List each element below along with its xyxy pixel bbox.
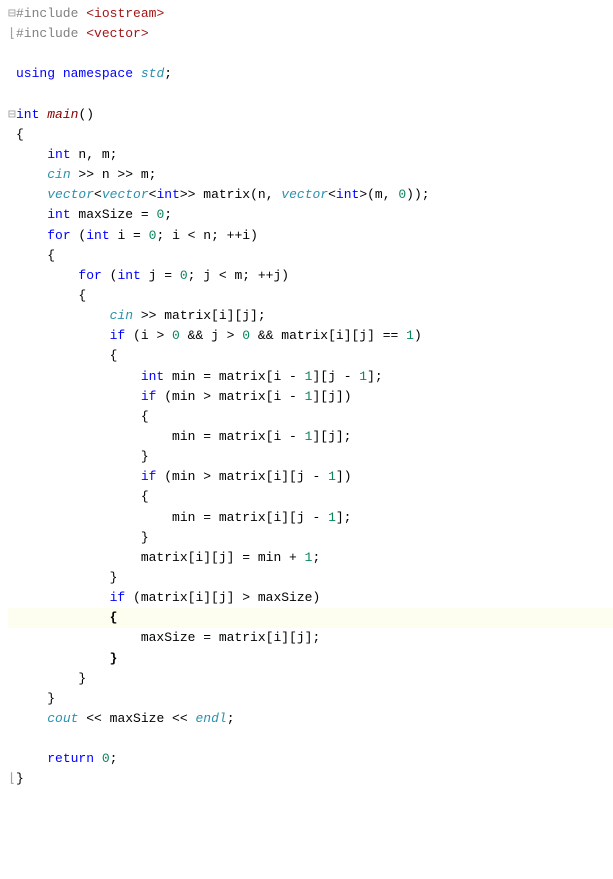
code-line: ⌊#include <vector> [8,24,613,44]
code-content: if (min > matrix[i - 1][j]) [16,389,352,404]
code-content: vector<vector<int>> matrix(n, vector<int… [16,187,430,202]
code-line: { [8,487,613,507]
code-content: int main() [16,107,94,122]
code-content: if (min > matrix[i][j - 1]) [16,469,352,484]
code-block: ⊟#include <iostream>⌊#include <vector>us… [8,4,613,789]
code-line: ⊟int main() [8,105,613,125]
code-line: for (int j = 0; j < m; ++j) [8,266,613,286]
code-line: { [8,608,613,628]
fold-gutter[interactable]: ⌊ [8,24,16,44]
code-line: int n, m; [8,145,613,165]
code-content: { [16,288,86,303]
code-content: using namespace std; [16,66,172,81]
code-line: cin >> n >> m; [8,165,613,185]
code-line: vector<vector<int>> matrix(n, vector<int… [8,185,613,205]
code-line: { [8,125,613,145]
code-line: cin >> matrix[i][j]; [8,306,613,326]
fold-gutter[interactable]: ⊟ [8,105,16,125]
code-line: int maxSize = 0; [8,205,613,225]
code-content: cin >> n >> m; [16,167,156,182]
code-line [8,85,613,105]
code-content: if (i > 0 && j > 0 && matrix[i][j] == 1) [16,328,422,343]
code-content: int n, m; [16,147,117,162]
code-line: { [8,286,613,306]
code-content: if (matrix[i][j] > maxSize) [16,590,320,605]
code-content: min = matrix[i][j - 1]; [16,510,351,525]
code-content: } [16,530,149,545]
code-line: if (i > 0 && j > 0 && matrix[i][j] == 1) [8,326,613,346]
code-line: } [8,528,613,548]
code-line: } [8,447,613,467]
code-line: } [8,689,613,709]
code-line: min = matrix[i][j - 1]; [8,508,613,528]
code-line: } [8,669,613,689]
code-content: int maxSize = 0; [16,207,172,222]
code-line: for (int i = 0; i < n; ++i) [8,226,613,246]
code-line: maxSize = matrix[i][j]; [8,628,613,648]
fold-gutter[interactable]: ⌊ [8,769,16,789]
code-content: } [16,651,117,666]
code-line: using namespace std; [8,64,613,84]
code-content: { [16,348,117,363]
code-line: return 0; [8,749,613,769]
code-line: min = matrix[i - 1][j]; [8,427,613,447]
code-line: ⌊} [8,769,613,789]
code-line: { [8,407,613,427]
code-content: min = matrix[i - 1][j]; [16,429,351,444]
code-content: } [16,771,24,786]
code-line: if (matrix[i][j] > maxSize) [8,588,613,608]
code-content: int min = matrix[i - 1][j - 1]; [16,369,383,384]
code-line: cout << maxSize << endl; [8,709,613,729]
code-line [8,44,613,64]
code-content: } [16,449,149,464]
code-content: maxSize = matrix[i][j]; [16,630,320,645]
code-line: ⊟#include <iostream> [8,4,613,24]
code-content: matrix[i][j] = min + 1; [16,550,320,565]
code-content: #include <iostream> [16,6,164,21]
code-content: cin >> matrix[i][j]; [16,308,266,323]
code-line: } [8,568,613,588]
code-content: { [16,248,55,263]
code-content: } [16,570,117,585]
code-line: if (min > matrix[i][j - 1]) [8,467,613,487]
code-content: cout << maxSize << endl; [16,711,235,726]
code-content: { [16,127,24,142]
code-content: { [16,409,149,424]
code-line [8,729,613,749]
code-line: } [8,649,613,669]
code-content: #include <vector> [16,26,149,41]
fold-gutter[interactable]: ⊟ [8,4,16,24]
code-content: } [16,671,86,686]
code-line: int min = matrix[i - 1][j - 1]; [8,367,613,387]
code-content: { [16,610,117,625]
code-content: } [16,691,55,706]
code-content: for (int j = 0; j < m; ++j) [16,268,289,283]
code-content: { [16,489,149,504]
code-line: { [8,246,613,266]
code-line: { [8,346,613,366]
code-content: return 0; [16,751,117,766]
code-content: for (int i = 0; i < n; ++i) [16,228,258,243]
code-line: if (min > matrix[i - 1][j]) [8,387,613,407]
code-line: matrix[i][j] = min + 1; [8,548,613,568]
